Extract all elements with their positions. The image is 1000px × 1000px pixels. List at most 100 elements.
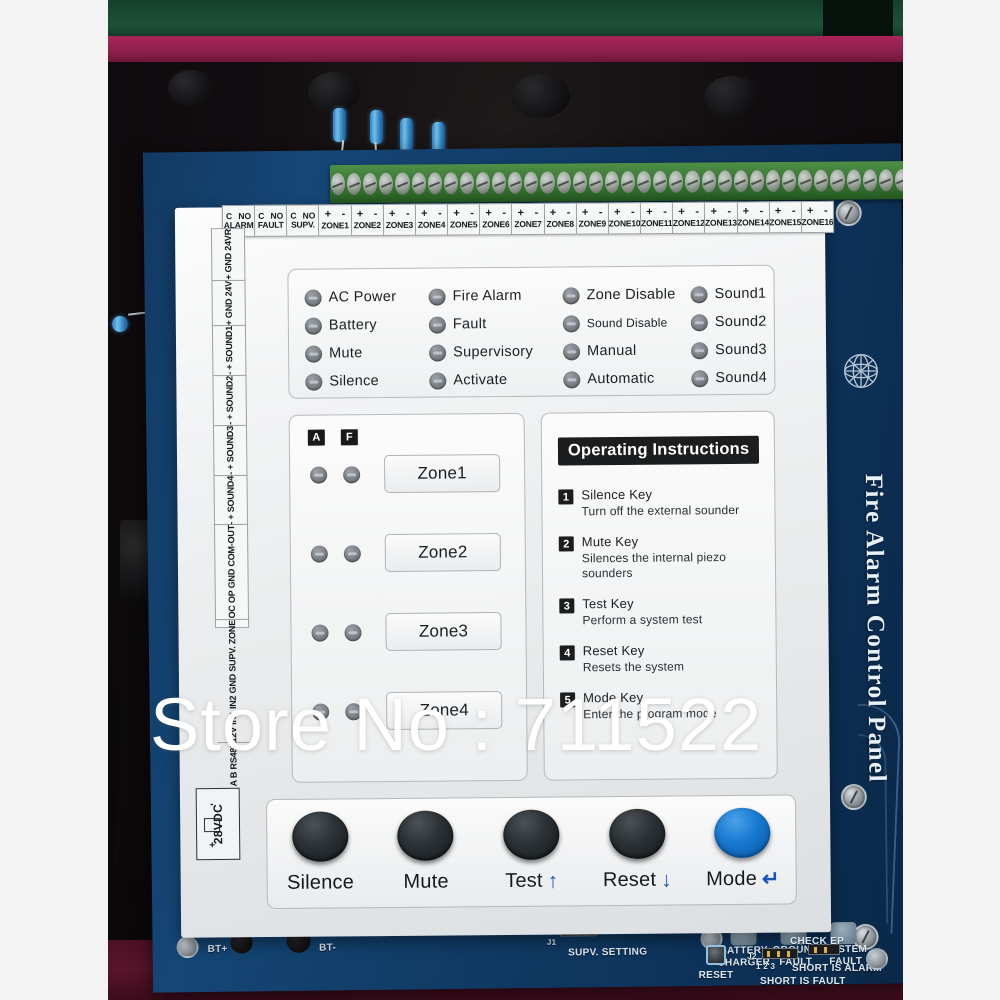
terminal-screw: [524, 171, 539, 194]
zone-alarm-led-icon: [310, 466, 328, 484]
terminal-screw: [604, 171, 620, 194]
zone-leds: [301, 544, 363, 563]
keypad-cell-reset: Reset ↓: [587, 808, 688, 892]
terminal-legend-cell: + - ZONE2: [351, 205, 384, 236]
led-label: Automatic: [587, 370, 655, 388]
keypad-cell-mode: Mode ↵: [692, 807, 793, 891]
terminal-legend-cell: + - ZONE7: [512, 203, 545, 235]
mode-button[interactable]: [714, 807, 771, 859]
led-icon: [429, 371, 447, 390]
mute-button[interactable]: [397, 810, 454, 861]
check-ep-label: CHECK EP: [790, 936, 845, 947]
terminal-legend-cell: OC OP GND COM-OUT: [215, 525, 249, 620]
terminal-screw: [765, 169, 781, 193]
zone-column-header-f: F: [340, 429, 358, 446]
instruction-item-4: 4 Reset Key Resets the system: [559, 642, 766, 676]
globe-icon: [844, 354, 878, 388]
faceplate: AC Power Fire Alarm Zone Disable Sound1 Batt…: [174, 202, 832, 938]
terminal-screw: [572, 171, 587, 194]
mount-hole: [866, 948, 888, 970]
terminal-screw: [508, 171, 523, 194]
short-is-fault-label: SHORT IS FAULT: [760, 976, 846, 987]
terminal-legend-cell: + - ZONE13: [705, 202, 738, 233]
terminal-screw: [701, 170, 716, 193]
terminal-legend-name: ZONE4: [417, 219, 446, 230]
reset-button[interactable]: [608, 808, 666, 860]
right-margin: [903, 0, 1000, 1000]
instruction-item-2: 2 Mute Key Silences the internal piezo sou…: [558, 533, 765, 582]
standoff-knob: [308, 72, 360, 112]
battery-negative-label: BT-: [319, 942, 337, 954]
terminal-legend-name: OC OP GND COM-OUT: [226, 525, 237, 619]
jumper-pin: [787, 951, 790, 957]
led-icon: [429, 343, 447, 362]
led-icon: [562, 314, 580, 332]
instructions-title: Operating Instructions: [557, 435, 760, 466]
reset-label: RESET: [698, 970, 734, 981]
zone-fault-led-icon: [345, 702, 363, 720]
mount-screw: [835, 199, 862, 227]
button-label-row: Mute: [403, 870, 448, 893]
zone-leds: [301, 623, 363, 642]
jumper-pin: [777, 951, 780, 957]
led-indicator-sound2: Sound2: [690, 313, 781, 331]
terminal-screw: [685, 170, 700, 193]
terminal-legend-name: ZONE13: [705, 217, 737, 228]
j2-jumper[interactable]: [762, 948, 798, 959]
terminal-legend-name: ZONE6: [482, 219, 510, 230]
instruction-key-name: Silence Key: [581, 486, 653, 503]
instruction-key-name: Mute Key: [581, 533, 639, 550]
led-label: Sound1: [714, 285, 767, 303]
led-icon: [428, 315, 446, 334]
terminal-legend-cell: + - ZONE12: [673, 202, 706, 233]
terminal-screw: [653, 170, 668, 193]
terminal-screw: [814, 169, 829, 192]
led-icon: [304, 289, 322, 307]
terminal-legend-cell: - + SOUND3: [213, 425, 247, 476]
terminal-screw: [540, 171, 555, 194]
terminal-legend-name: ZONE3: [385, 219, 414, 230]
zone-label-box-3: Zone3: [385, 612, 502, 652]
led-indicator-activate: Activate: [429, 371, 563, 390]
silence-button[interactable]: [291, 811, 349, 862]
instruction-description: Resets the system: [582, 659, 685, 675]
led-indicator-automatic: Automatic: [563, 370, 691, 388]
jumper-pin: [767, 951, 770, 957]
terminal-legend-name: ZONE15: [769, 216, 802, 228]
led-indicator-manual: Manual: [563, 342, 691, 360]
reset-tact-button[interactable]: [706, 945, 726, 965]
terminal-legend-name: ZONE9: [578, 218, 607, 229]
terminal-legend-name: ZONE5: [450, 219, 478, 230]
led-icon: [691, 341, 709, 359]
test-button[interactable]: [503, 809, 560, 861]
terminal-legend-cell: C NO SUPV.: [287, 205, 320, 236]
led-label: Zone Disable: [586, 286, 676, 304]
j2-label: J2: [747, 952, 757, 961]
led-icon: [690, 285, 708, 303]
led-label: Supervisory: [453, 343, 534, 361]
eol-resistor: [333, 108, 346, 142]
terminal-screw: [717, 170, 732, 193]
terminal-legend-cell: + - ZONE14: [737, 202, 770, 233]
terminal-legend-cell: + - ZONE6: [480, 204, 513, 235]
terminal-legend-name: ZONE1: [321, 220, 349, 231]
power-terminal-legend: - + 28VDC: [195, 787, 241, 861]
instruction-key-name: Test Key: [582, 595, 634, 612]
terminal-screw: [846, 169, 861, 192]
zone-rows: Zone1 Zone2 Zone3 Zone4: [290, 414, 524, 731]
short-is-alarm-label: SHORT IS ALARM: [792, 963, 882, 974]
terminal-legend-name: - + SOUND1: [223, 326, 235, 376]
top-terminal-legend: C NO ALARM C NO FAULT C NO SUPV. + - ZONE1 + - ZONE2 + -…: [221, 200, 835, 238]
terminal-legend-cell: + - ZONE4: [415, 204, 449, 235]
terminal-legend-cell: - + SOUND2: [213, 375, 246, 426]
terminal-screw: [492, 171, 507, 195]
terminal-screw: [798, 169, 813, 192]
instruction-number: 1: [558, 489, 574, 505]
terminal-legend-cell: + - ZONE1: [319, 205, 352, 236]
led-icon: [305, 345, 323, 363]
instruction-key-name: Mode Key: [583, 689, 644, 706]
instruction-item-3: 3 Test Key Perform a system test: [559, 595, 765, 629]
terminal-screw: [347, 172, 362, 196]
button-label-row: Silence: [287, 871, 354, 895]
button-label: Mode: [706, 867, 758, 891]
